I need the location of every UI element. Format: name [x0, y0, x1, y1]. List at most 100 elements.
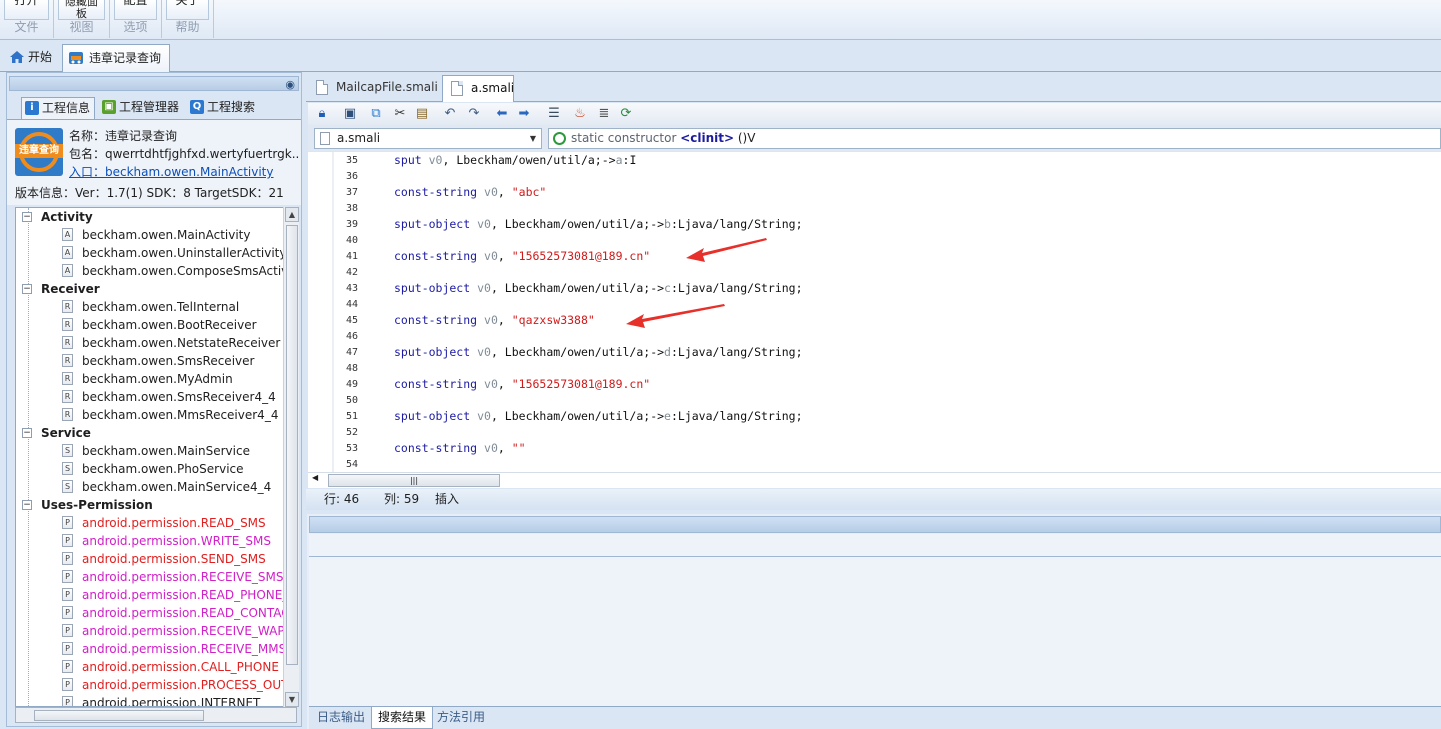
tab-log-output[interactable]: 日志输出	[311, 707, 371, 729]
hide-panel-button[interactable]: 隐藏面板	[58, 0, 105, 20]
collapse-icon[interactable]: −	[22, 283, 32, 294]
tab-project-manager[interactable]: ▣ 工程管理器	[99, 97, 185, 119]
paste-icon[interactable]: ▤	[414, 106, 430, 122]
method-name: <clinit>	[680, 131, 735, 145]
collapse-icon[interactable]: −	[22, 427, 32, 438]
entry-link[interactable]: 入口：beckham.owen.MainActivity	[69, 163, 299, 180]
file-select[interactable]: a.smali ▼	[314, 128, 542, 149]
tab-search-results[interactable]: 搜索结果	[371, 707, 434, 729]
tree-item[interactable]: Pandroid.permission.RECEIVE_MMS	[62, 640, 286, 658]
file-icon	[451, 81, 463, 96]
scroll-thumb[interactable]	[286, 225, 298, 665]
tree-group-receiver[interactable]: − Receiver	[22, 280, 100, 298]
cut-icon[interactable]: ✂	[392, 106, 408, 122]
open-button[interactable]: 打开	[4, 0, 49, 20]
code-text: , Lbeckham/owen/util/a;->	[490, 409, 665, 423]
version-info: 版本信息：Ver：1.7(1) SDK：8 TargetSDK：21	[15, 186, 284, 200]
back-icon[interactable]: ⬅	[494, 106, 510, 122]
scroll-left-icon[interactable]: ◀	[312, 473, 318, 482]
tree-item[interactable]: Rbeckham.owen.SmsReceiver4_4	[62, 388, 276, 406]
code-type: :Ljava/lang/String;	[670, 345, 803, 359]
scroll-thumb[interactable]	[34, 710, 204, 721]
tree-item[interactable]: Sbeckham.owen.MainService4_4	[62, 478, 271, 496]
tree-item[interactable]: Rbeckham.owen.BootReceiver	[62, 316, 257, 334]
tree-item[interactable]: Pandroid.permission.RECEIVE_SMS	[62, 568, 284, 586]
document-tabs: 开始 违章记录查询	[0, 40, 1441, 72]
code-type: :I	[622, 153, 637, 167]
tree-horizontal-scrollbar[interactable]	[15, 707, 297, 723]
java-icon[interactable]: ♨	[572, 106, 588, 122]
tree-item[interactable]: Pandroid.permission.SEND_SMS	[62, 550, 266, 568]
tree-group-service[interactable]: − Service	[22, 424, 91, 442]
tab-home[interactable]: 开始	[2, 44, 60, 72]
undo-icon[interactable]: ↶	[442, 106, 458, 122]
line-number: 41	[345, 251, 358, 262]
refresh-icon[interactable]: ⟳	[618, 106, 634, 122]
redo-icon[interactable]: ↷	[466, 106, 482, 122]
code-keyword: sput-object	[394, 217, 478, 231]
tree-item[interactable]: Rbeckham.owen.TelInternal	[62, 298, 239, 316]
format-icon[interactable]: ☰	[546, 106, 562, 122]
tree-group-activity[interactable]: − Activity	[22, 208, 93, 226]
tree-item[interactable]: Pandroid.permission.RECEIVE_WAP_PUSH	[62, 622, 296, 640]
code-text: ,	[497, 441, 512, 455]
tree-item[interactable]: Pandroid.permission.INTERNET	[62, 694, 260, 706]
code-register: v0	[484, 313, 498, 327]
code-keyword: sput	[394, 153, 429, 167]
tab-mailcapfile[interactable]: MailcapFile.smali	[308, 75, 438, 102]
scroll-down-icon[interactable]: ▼	[285, 692, 299, 707]
tab-project-info[interactable]: i 工程信息	[21, 97, 95, 119]
collapse-icon[interactable]: −	[22, 499, 32, 510]
status-bar: 行: 46 列: 59 插入	[306, 489, 1441, 510]
tab-project[interactable]: 违章记录查询	[62, 44, 170, 72]
output-tabs: 日志输出 搜索结果 方法引用	[309, 706, 1441, 729]
file-icon	[320, 132, 330, 145]
tree-item[interactable]: Rbeckham.owen.MmsReceiver4_4	[62, 406, 278, 424]
line-gutter	[308, 152, 362, 472]
tree-item-label: beckham.owen.MyAdmin	[82, 372, 233, 386]
code-string: "abc"	[511, 185, 547, 199]
tree-item[interactable]: Pandroid.permission.CALL_PHONE	[62, 658, 279, 676]
editor-horizontal-scrollbar[interactable]: ◀ |||	[308, 472, 1441, 488]
tab-a-smali[interactable]: a.smali	[442, 75, 514, 102]
method-select[interactable]: static constructor <clinit> ()V	[548, 128, 1441, 149]
tree-item[interactable]: Abeckham.owen.ComposeSmsActivity	[62, 262, 296, 280]
tree-item[interactable]: Rbeckham.owen.MyAdmin	[62, 370, 233, 388]
code-area[interactable]: 35 sput v0, Lbeckham/owen/util/a;->a:I 36 3…	[308, 152, 1441, 472]
tree-vertical-scrollbar[interactable]: ▲ ▼	[283, 207, 299, 707]
scroll-up-icon[interactable]: ▲	[285, 207, 299, 222]
forward-icon[interactable]: ➡	[516, 106, 532, 122]
tab-project-search[interactable]: Q 工程搜索	[187, 97, 267, 119]
tree-item[interactable]: Pandroid.permission.READ_SMS	[62, 514, 266, 532]
tree-item[interactable]: Abeckham.owen.MainActivity	[62, 226, 251, 244]
cursor-column: 列: 59	[384, 492, 420, 506]
code-keyword: const-string	[394, 185, 485, 199]
lock-icon[interactable]: 🔒︎	[314, 106, 330, 122]
about-button[interactable]: 关于	[166, 0, 209, 20]
code-text: , Lbeckham/owen/util/a;->	[490, 217, 665, 231]
package-name: 包名：qwerrtdhtfjghfxd.wertyfuertrgk...	[69, 147, 299, 161]
code-register: v0	[428, 153, 443, 167]
eye-icon[interactable]: ◉	[285, 78, 295, 91]
collapse-icon[interactable]: −	[22, 211, 32, 222]
settings-button[interactable]: 配置	[114, 0, 157, 20]
tree-item[interactable]: Sbeckham.owen.MainService	[62, 442, 250, 460]
tab-method-references[interactable]: 方法引用	[431, 707, 491, 729]
save-icon[interactable]: ▣	[342, 106, 358, 122]
tree-item-label: beckham.owen.MainService4_4	[82, 480, 272, 494]
tree-item[interactable]: Abeckham.owen.UninstallerActivity	[62, 244, 286, 262]
tree-item[interactable]: Pandroid.permission.PROCESS_OUTGOING_CAL…	[62, 676, 296, 694]
tree-item[interactable]: Pandroid.permission.WRITE_SMS	[62, 532, 271, 550]
copy-icon[interactable]: ⧉	[368, 106, 384, 122]
tree-item[interactable]: Rbeckham.owen.NetstateReceiver	[62, 334, 280, 352]
tab-label: 开始	[28, 50, 53, 64]
scroll-thumb[interactable]: |||	[328, 474, 500, 487]
tree-group-permission[interactable]: − Uses-Permission	[22, 496, 153, 514]
panel-header: ◉	[9, 76, 299, 91]
tree-item[interactable]: Pandroid.permission.READ_CONTACTS	[62, 604, 296, 622]
tree-item-label: android.permission.READ_SMS	[82, 516, 266, 530]
tree-item[interactable]: Rbeckham.owen.SmsReceiver	[62, 352, 254, 370]
tree-item[interactable]: Pandroid.permission.READ_PHONE_STATE	[62, 586, 296, 604]
tree-item[interactable]: Sbeckham.owen.PhoService	[62, 460, 244, 478]
text-icon[interactable]: ≣	[596, 106, 612, 122]
